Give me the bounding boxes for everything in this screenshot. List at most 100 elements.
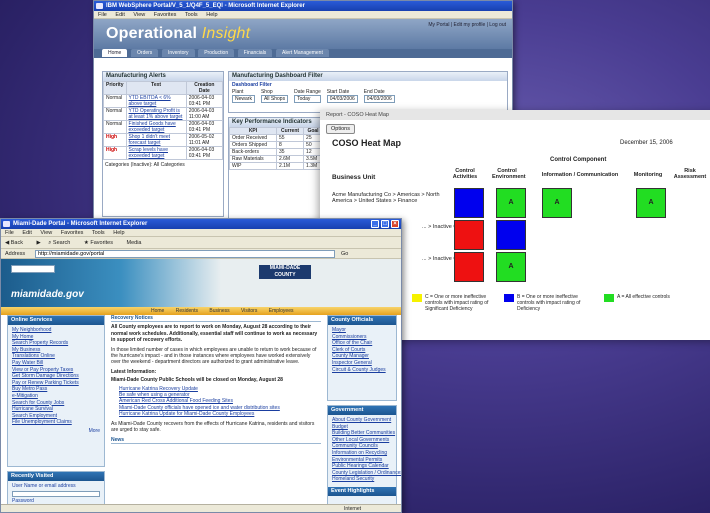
government-link[interactable]: Environmental Permits bbox=[332, 457, 392, 464]
start-date-input[interactable]: 04/03/2006 bbox=[326, 95, 358, 103]
online-service-link[interactable]: e-Mitigation bbox=[12, 393, 100, 400]
options-button[interactable]: Options bbox=[326, 124, 355, 134]
media-button[interactable]: Media bbox=[127, 240, 148, 246]
nav-home[interactable]: Home bbox=[151, 308, 164, 314]
government-link[interactable]: Information on Recycling bbox=[332, 450, 392, 457]
government-link[interactable]: Building Better Communities bbox=[332, 430, 395, 437]
menu-tools[interactable]: Tools bbox=[185, 12, 198, 18]
col-creation-date: Creation Date bbox=[185, 81, 224, 95]
tab-financials[interactable]: Financials bbox=[237, 49, 273, 57]
menu-edit[interactable]: Edit bbox=[22, 230, 31, 236]
control-component-label: Control Component bbox=[550, 157, 607, 163]
nav-business[interactable]: Business bbox=[209, 308, 229, 314]
tab-alert-management[interactable]: Alert Management bbox=[275, 49, 329, 57]
heat-cell[interactable]: A bbox=[542, 188, 572, 218]
more-link[interactable]: More bbox=[8, 428, 104, 434]
menu-file[interactable]: File bbox=[98, 12, 107, 18]
search-button[interactable]: ⌕ Search bbox=[48, 240, 76, 246]
close-button[interactable]: × bbox=[391, 220, 399, 228]
official-link[interactable]: Mayor bbox=[332, 327, 392, 334]
menu-tools[interactable]: Tools bbox=[92, 230, 105, 236]
row-label-finance: Acme Manufacturing Co > Americas > North… bbox=[332, 192, 440, 204]
government-link[interactable]: Homeland Security bbox=[332, 476, 392, 483]
online-service-link[interactable]: Hurricane Survival bbox=[12, 406, 100, 413]
government-link[interactable]: Public Hearings Calendar bbox=[332, 463, 392, 470]
menu-edit[interactable]: Edit bbox=[115, 12, 124, 18]
address-input[interactable] bbox=[35, 250, 335, 258]
government-link[interactable]: Other Local Governments bbox=[332, 437, 392, 444]
online-service-link[interactable]: View or Pay Property Taxes bbox=[12, 367, 100, 374]
kpi-title: Key Performance Indicators bbox=[229, 118, 323, 127]
back-button[interactable]: ◀ Back bbox=[5, 240, 29, 246]
online-service-link[interactable]: Get Storm Damage Directions bbox=[12, 373, 100, 380]
go-button[interactable]: Go bbox=[341, 249, 348, 259]
menu-view[interactable]: View bbox=[133, 12, 145, 18]
oi-user-links[interactable]: My Portal | Edit my profile | Log out bbox=[428, 22, 506, 28]
online-service-link[interactable]: Pay Water Bill bbox=[12, 360, 100, 367]
county-logo: MIAMI-DADE COUNTY bbox=[259, 265, 311, 279]
heat-cell[interactable] bbox=[454, 252, 484, 282]
online-service-link[interactable]: My Home bbox=[12, 334, 100, 341]
government-link[interactable]: County Legislation / Ordinances bbox=[332, 470, 401, 477]
online-service-link[interactable]: Translations Online bbox=[12, 353, 100, 360]
official-link[interactable]: Circuit & County Judges bbox=[332, 367, 392, 374]
menu-file[interactable]: File bbox=[5, 230, 14, 236]
nav-visitors[interactable]: Visitors bbox=[241, 308, 257, 314]
date-range-select[interactable]: Today bbox=[294, 95, 321, 103]
heat-cell[interactable]: A bbox=[636, 188, 666, 218]
legend-a: A = All effective controls bbox=[617, 294, 670, 300]
alert-link[interactable]: Scrap levels have exceeded target bbox=[125, 146, 187, 160]
plant-select[interactable]: Newark bbox=[232, 95, 255, 103]
official-link[interactable]: Clerk of Courts bbox=[332, 347, 392, 354]
tab-production[interactable]: Production bbox=[198, 49, 235, 57]
menu-favorites[interactable]: Favorites bbox=[61, 230, 84, 236]
status-zone: Internet bbox=[344, 506, 361, 512]
online-service-link[interactable]: Buy Metro Pass bbox=[12, 386, 100, 393]
government-link[interactable]: About County Government bbox=[332, 417, 392, 424]
online-service-link[interactable]: My Business bbox=[12, 347, 100, 354]
maximize-button[interactable]: □ bbox=[381, 220, 389, 228]
government-panel: Government About County Government Budget… bbox=[327, 405, 401, 505]
online-service-link[interactable]: Search for County Jobs bbox=[12, 400, 100, 407]
shop-select[interactable]: All Shops bbox=[260, 95, 289, 103]
alert-link[interactable]: Finished Goods have exceeded target bbox=[125, 120, 187, 134]
heat-cell[interactable]: A bbox=[496, 252, 526, 282]
alert-link[interactable]: Shop 1 didn't meet forecast target bbox=[125, 133, 187, 147]
official-link[interactable]: Office of the Chair bbox=[332, 340, 392, 347]
official-link[interactable]: Inspector General bbox=[332, 360, 392, 367]
online-service-link[interactable]: Search Property Records bbox=[12, 340, 100, 347]
favorites-button[interactable]: ★ Favorites bbox=[84, 240, 119, 246]
nav-employees[interactable]: Employees bbox=[269, 308, 294, 314]
search-input[interactable] bbox=[11, 265, 55, 273]
government-link[interactable]: Community Councils bbox=[332, 443, 392, 450]
online-service-link[interactable]: My Neighborhood bbox=[12, 327, 100, 334]
heat-cell[interactable]: A bbox=[496, 188, 526, 218]
menu-favorites[interactable]: Favorites bbox=[154, 12, 177, 18]
nav-residents[interactable]: Residents bbox=[176, 308, 198, 314]
menu-help[interactable]: Help bbox=[113, 230, 124, 236]
alert-link[interactable]: YTD EBITDA < 6% above target bbox=[125, 94, 187, 108]
minimize-button[interactable]: _ bbox=[371, 220, 379, 228]
heat-cell[interactable] bbox=[454, 188, 484, 218]
tab-inventory[interactable]: Inventory bbox=[161, 49, 195, 57]
tab-home[interactable]: Home bbox=[102, 49, 128, 57]
menu-view[interactable]: View bbox=[40, 230, 52, 236]
news-bullet-link[interactable]: Hurricane Katrina Update for Miami-Dade … bbox=[119, 411, 321, 417]
forward-icon[interactable]: ▶ bbox=[37, 240, 41, 246]
online-service-link[interactable]: Search Employment bbox=[12, 413, 100, 420]
heat-cell[interactable] bbox=[454, 220, 484, 250]
menu-help[interactable]: Help bbox=[206, 12, 217, 18]
tab-orders[interactable]: Orders bbox=[131, 49, 159, 57]
official-link[interactable]: County Manager bbox=[332, 353, 392, 360]
government-list: About County Government Budget Building Be… bbox=[328, 415, 401, 485]
status-bar: Internet bbox=[1, 504, 401, 512]
heat-cell[interactable] bbox=[496, 220, 526, 250]
md-banner: miamidade.gov MIAMI-DADE COUNTY bbox=[1, 259, 401, 307]
end-date-input[interactable]: 04/03/2006 bbox=[363, 95, 395, 103]
government-link[interactable]: Budget bbox=[332, 424, 392, 431]
alert-link[interactable]: YTD Operating Profit is at least 1% abov… bbox=[125, 107, 187, 121]
online-service-link[interactable]: Pay or Renew Parking Tickets bbox=[12, 380, 100, 387]
ie-icon bbox=[96, 3, 103, 9]
official-link[interactable]: Commissioners bbox=[332, 334, 392, 341]
online-service-link[interactable]: File Unemployment Claims bbox=[12, 419, 100, 426]
